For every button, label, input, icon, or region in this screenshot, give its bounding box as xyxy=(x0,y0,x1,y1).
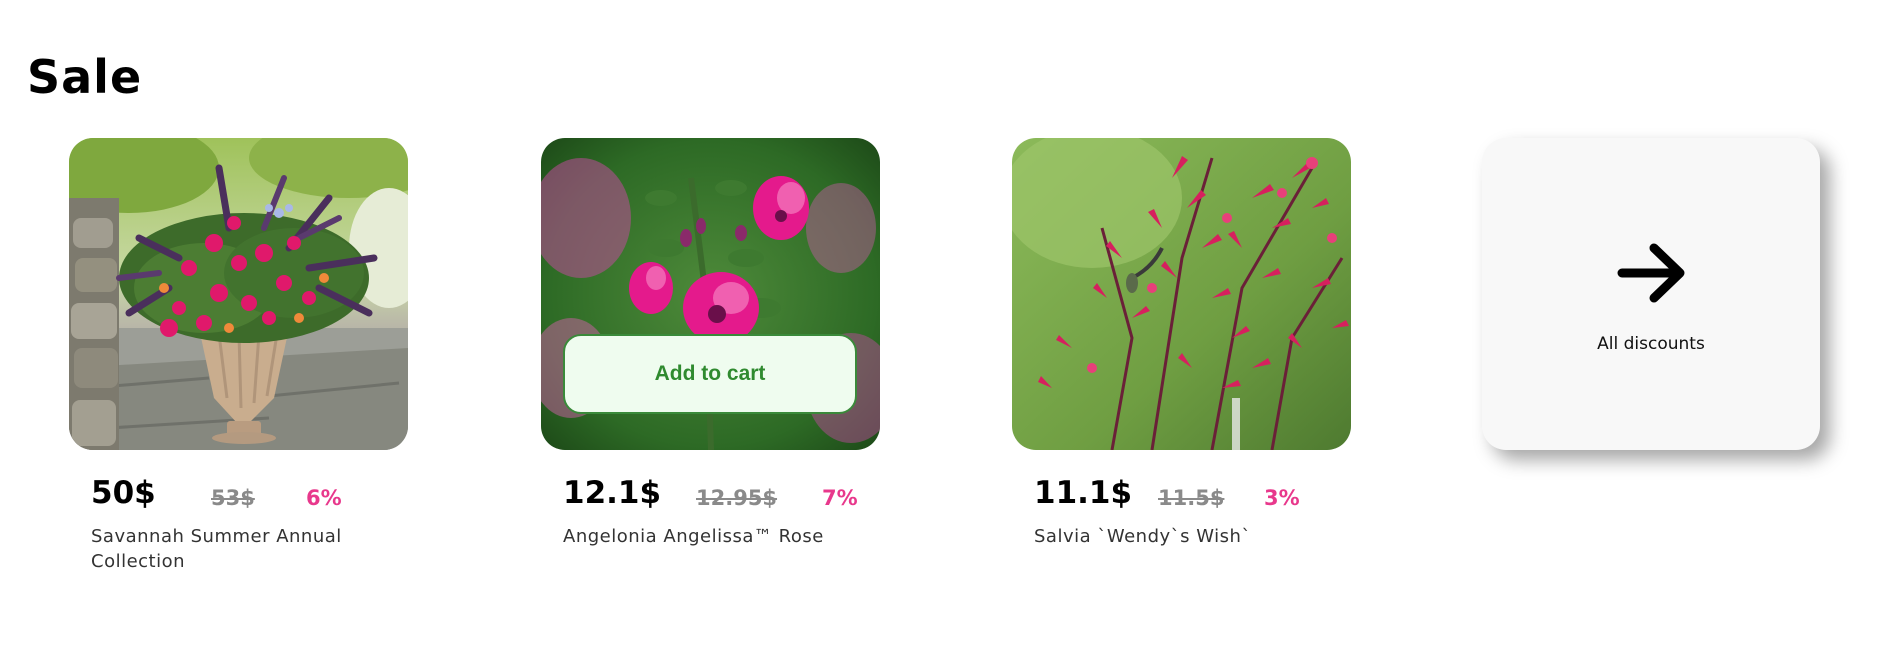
product-name[interactable]: Angelonia Angelissa™ Rose xyxy=(563,524,863,549)
discount-percent: 7% xyxy=(822,486,858,510)
product-name[interactable]: Salvia `Wendy`s Wish` xyxy=(1034,524,1334,549)
product-image[interactable] xyxy=(69,138,408,450)
product-card[interactable]: 11.1$ 11.5$ 3% Salvia `Wendy`s Wish` xyxy=(1012,138,1351,549)
product-image[interactable] xyxy=(1012,138,1351,450)
original-price: 53$ xyxy=(211,486,255,510)
salvia-photo xyxy=(1012,138,1351,450)
section-title: Sale xyxy=(27,50,143,104)
sale-price: 50$ xyxy=(91,475,156,511)
potted-flower-photo xyxy=(69,138,408,450)
product-card[interactable]: Add to cart 12.1$ 12.95$ 7% Angelonia An… xyxy=(541,138,880,549)
sale-price: 12.1$ xyxy=(563,475,662,511)
sale-price: 11.1$ xyxy=(1034,475,1133,511)
product-card[interactable]: 50$ 53$ 6% Savannah Summer Annual Collec… xyxy=(69,138,408,574)
discount-percent: 3% xyxy=(1264,486,1300,510)
product-image[interactable]: Add to cart xyxy=(541,138,880,450)
product-name[interactable]: Savannah Summer Annual Collection xyxy=(91,524,391,574)
all-discounts-link[interactable]: All discounts xyxy=(1482,138,1820,450)
discount-percent: 6% xyxy=(306,486,342,510)
add-to-cart-button[interactable]: Add to cart xyxy=(563,334,857,414)
arrow-right-icon xyxy=(1616,242,1688,308)
original-price: 12.95$ xyxy=(696,486,778,510)
all-discounts-label: All discounts xyxy=(1597,334,1705,354)
original-price: 11.5$ xyxy=(1158,486,1225,510)
